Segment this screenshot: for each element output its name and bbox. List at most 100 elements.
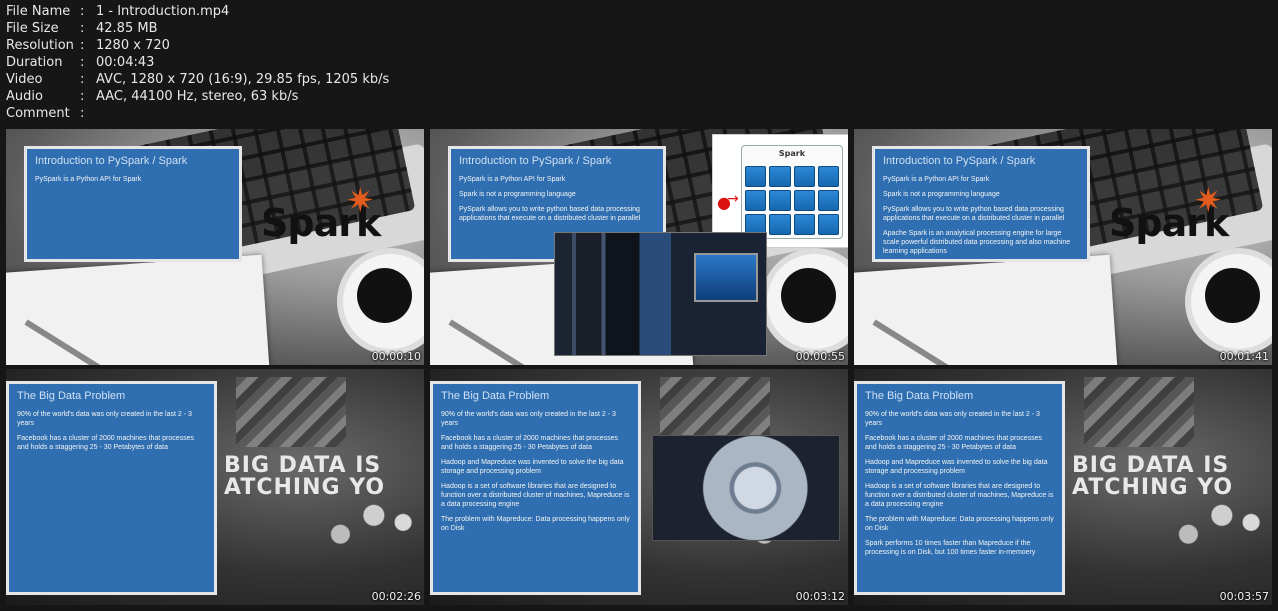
file-size-value: 42.85 MB bbox=[96, 21, 158, 36]
audio-key: Audio bbox=[6, 89, 43, 104]
file-info-row: Resolution : 1280 x 720 bbox=[6, 37, 389, 54]
slide-bullet: 90% of the world's data was only created… bbox=[865, 411, 1040, 427]
slide-bullet: Facebook has a cluster of 2000 machines … bbox=[865, 435, 1043, 451]
timestamp: 00:00:55 bbox=[795, 350, 845, 363]
cluster-spark-label: Spark bbox=[778, 149, 806, 158]
slide-bullet: Spark is not a programming language bbox=[883, 191, 1000, 198]
file-name-key: File Name bbox=[6, 4, 71, 19]
video-thumbnail[interactable]: BIG DATA IS ATCHING YO The Big Data Prob… bbox=[6, 369, 424, 605]
slide-bullet: PySpark is a Python API for Spark bbox=[35, 176, 142, 183]
separator: : bbox=[80, 72, 85, 87]
sign-line: BIG DATA IS bbox=[1072, 453, 1230, 478]
cluster-diagram: ● → Spark bbox=[712, 134, 848, 248]
separator: : bbox=[80, 106, 85, 121]
computer-icon bbox=[817, 190, 839, 211]
slide-title: The Big Data Problem bbox=[865, 390, 974, 402]
resolution-value: 1280 x 720 bbox=[96, 38, 170, 53]
slide-title: Introduction to PySpark / Spark bbox=[459, 155, 612, 167]
separator: : bbox=[80, 55, 85, 70]
slide-title: The Big Data Problem bbox=[17, 390, 126, 402]
cluster-grid: Spark bbox=[741, 145, 843, 239]
separator: : bbox=[80, 89, 85, 104]
slide-bullet: Facebook has a cluster of 2000 machines … bbox=[441, 435, 619, 451]
computer-icon bbox=[769, 166, 791, 187]
video-key: Video bbox=[6, 72, 43, 87]
video-thumbnail[interactable]: Spark ✷ Introduction to PySpark / Spark … bbox=[6, 129, 424, 365]
file-name-value: 1 - Introduction.mp4 bbox=[96, 4, 230, 19]
slide-panel: The Big Data Problem 90% of the world's … bbox=[6, 381, 217, 595]
separator: : bbox=[80, 4, 85, 19]
computer-icon bbox=[769, 190, 791, 211]
duration-value: 00:04:43 bbox=[96, 55, 155, 70]
stickers-image bbox=[1084, 377, 1194, 447]
spark-star-icon: ✷ bbox=[1194, 181, 1223, 221]
comment-key: Comment bbox=[6, 106, 70, 121]
computer-icon bbox=[745, 190, 767, 211]
computer-icon bbox=[793, 214, 815, 235]
notebook-image bbox=[854, 254, 1118, 365]
timestamp: 00:01:41 bbox=[1219, 350, 1269, 363]
video-thumbnail[interactable]: The Big Data Problem 90% of the world's … bbox=[430, 369, 848, 605]
slide-bullet: Spark is not a programming language bbox=[459, 191, 576, 198]
file-info-row: Video : AVC, 1280 x 720 (16:9), 29.85 fp… bbox=[6, 71, 389, 88]
resolution-key: Resolution bbox=[6, 38, 74, 53]
slide-title: Introduction to PySpark / Spark bbox=[35, 155, 188, 167]
slide-title: The Big Data Problem bbox=[441, 390, 550, 402]
computer-icon bbox=[793, 166, 815, 187]
background-sign-text: BIG DATA IS ATCHING YO bbox=[1072, 455, 1233, 499]
computer-icon bbox=[817, 166, 839, 187]
sign-line: ATCHING YO bbox=[1072, 475, 1234, 500]
arrow-right-icon: → bbox=[727, 191, 739, 207]
sign-line: BIG DATA IS bbox=[224, 453, 382, 478]
slide-bullet: Spark performs 10 times faster than Mapr… bbox=[865, 540, 1036, 556]
file-info-panel: File Name : 1 - Introduction.mp4 File Si… bbox=[6, 3, 389, 122]
video-thumbnail[interactable]: Introduction to PySpark / Spark PySpark … bbox=[430, 129, 848, 365]
slide-bullet: Facebook has a cluster of 2000 machines … bbox=[17, 435, 195, 451]
slide-bullet: Apache Spark is an analytical processing… bbox=[883, 230, 1071, 255]
timestamp: 00:03:57 bbox=[1219, 590, 1269, 603]
slide-bullet: The problem with Mapreduce: Data process… bbox=[441, 516, 630, 532]
slide-panel: Introduction to PySpark / Spark PySpark … bbox=[24, 146, 242, 262]
audio-value: AAC, 44100 Hz, stereo, 63 kb/s bbox=[96, 89, 299, 104]
file-size-key: File Size bbox=[6, 21, 59, 36]
file-info-row: Audio : AAC, 44100 Hz, stereo, 63 kb/s bbox=[6, 88, 389, 105]
slide-panel: The Big Data Problem 90% of the world's … bbox=[854, 381, 1065, 595]
hard-drive-image bbox=[652, 435, 840, 541]
stickers-image bbox=[236, 377, 346, 447]
computer-icon bbox=[817, 214, 839, 235]
duration-key: Duration bbox=[6, 55, 63, 70]
slide-bullet: Hadoop is a set of software libraries th… bbox=[865, 483, 1054, 508]
file-info-row: File Name : 1 - Introduction.mp4 bbox=[6, 3, 389, 20]
computer-icon bbox=[745, 166, 767, 187]
slide-bullet: 90% of the world's data was only created… bbox=[17, 411, 192, 427]
slide-bullet: PySpark is a Python API for Spark bbox=[459, 176, 566, 183]
background-sign-text: BIG DATA IS ATCHING YO bbox=[224, 455, 385, 499]
slide-bullet: PySpark allows you to write python based… bbox=[883, 206, 1065, 222]
slide-panel: Introduction to PySpark / Spark PySpark … bbox=[872, 146, 1090, 262]
slide-bullet: Hadoop and Mapreduce was invented to sol… bbox=[865, 459, 1048, 475]
timestamp: 00:03:12 bbox=[795, 590, 845, 603]
slide-bullet: 90% of the world's data was only created… bbox=[441, 411, 616, 427]
timestamp: 00:02:26 bbox=[371, 590, 421, 603]
slide-bullet: Hadoop is a set of software libraries th… bbox=[441, 483, 630, 508]
file-info-row: Duration : 00:04:43 bbox=[6, 54, 389, 71]
server-room-image bbox=[554, 232, 767, 356]
computer-icon bbox=[793, 190, 815, 211]
slide-bullet: PySpark is a Python API for Spark bbox=[883, 176, 990, 183]
sign-line: ATCHING YO bbox=[224, 475, 386, 500]
separator: : bbox=[80, 38, 85, 53]
file-info-row: File Size : 42.85 MB bbox=[6, 20, 389, 37]
slide-bullet: Hadoop and Mapreduce was invented to sol… bbox=[441, 459, 624, 475]
slide-bullet: PySpark allows you to write python based… bbox=[459, 206, 641, 222]
notebook-image bbox=[6, 254, 270, 365]
slide-panel: The Big Data Problem 90% of the world's … bbox=[430, 381, 641, 595]
slide-title: Introduction to PySpark / Spark bbox=[883, 155, 1036, 167]
computer-icon bbox=[769, 214, 791, 235]
separator: : bbox=[80, 21, 85, 36]
slide-bullet: The problem with Mapreduce: Data process… bbox=[865, 516, 1054, 532]
file-info-row: Comment : bbox=[6, 105, 389, 122]
timestamp: 00:00:10 bbox=[371, 350, 421, 363]
spark-star-icon: ✷ bbox=[346, 181, 375, 221]
video-thumbnail[interactable]: BIG DATA IS ATCHING YO The Big Data Prob… bbox=[854, 369, 1272, 605]
video-thumbnail[interactable]: Spark ✷ Introduction to PySpark / Spark … bbox=[854, 129, 1272, 365]
